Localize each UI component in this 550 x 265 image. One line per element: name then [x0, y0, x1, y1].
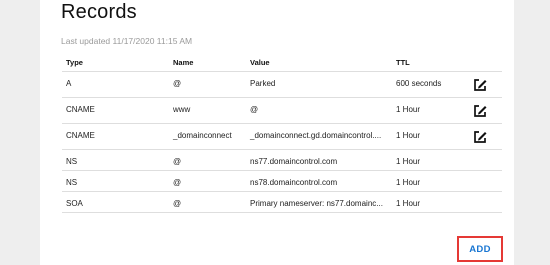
- record-ttl: 600 seconds: [392, 71, 470, 98]
- record-value: Parked: [246, 71, 392, 98]
- add-button[interactable]: ADD: [469, 244, 490, 255]
- record-type: NS: [62, 170, 169, 192]
- record-ttl: 1 Hour: [392, 97, 470, 124]
- edit-icon[interactable]: [472, 129, 488, 145]
- record-value: @: [246, 97, 392, 124]
- edit-icon[interactable]: [472, 77, 488, 93]
- record-name: _domainconnect: [169, 123, 246, 150]
- records-card: Records Last updated 11/17/2020 11:15 AM…: [40, 0, 514, 265]
- page-title: Records: [61, 1, 137, 23]
- record-ttl: 1 Hour: [392, 170, 470, 192]
- record-value: Primary nameserver: ns77.domainc...: [246, 191, 392, 213]
- table-row: CNAME www @ 1 Hour: [62, 97, 502, 124]
- record-ttl: 1 Hour: [392, 123, 470, 150]
- table-row: NS @ ns77.domaincontrol.com 1 Hour: [62, 149, 502, 171]
- column-header-name: Name: [169, 54, 246, 72]
- record-value: ns77.domaincontrol.com: [246, 149, 392, 171]
- record-name: www: [169, 97, 246, 124]
- records-table: Type Name Value TTL A @ Parked 600 secon…: [62, 54, 502, 213]
- table-row: SOA @ Primary nameserver: ns77.domainc..…: [62, 191, 502, 213]
- record-type: CNAME: [62, 123, 169, 150]
- record-type: NS: [62, 149, 169, 171]
- edit-icon[interactable]: [472, 103, 488, 119]
- table-row: CNAME _domainconnect _domainconnect.gd.d…: [62, 123, 502, 150]
- record-name: @: [169, 191, 246, 213]
- column-header-type: Type: [62, 54, 169, 72]
- record-value: ns78.domaincontrol.com: [246, 170, 392, 192]
- record-ttl: 1 Hour: [392, 149, 470, 171]
- record-value: _domainconnect.gd.domaincontrol....: [246, 123, 392, 150]
- table-header-row: Type Name Value TTL: [62, 54, 502, 72]
- record-name: @: [169, 170, 246, 192]
- add-button-highlight: ADD: [457, 236, 503, 262]
- record-name: @: [169, 71, 246, 98]
- table-row: A @ Parked 600 seconds: [62, 71, 502, 98]
- record-name: @: [169, 149, 246, 171]
- record-ttl: 1 Hour: [392, 191, 470, 213]
- table-row: NS @ ns78.domaincontrol.com 1 Hour: [62, 170, 502, 192]
- record-type: SOA: [62, 191, 169, 213]
- column-header-value: Value: [246, 54, 392, 72]
- last-updated-text: Last updated 11/17/2020 11:15 AM: [61, 36, 193, 46]
- record-type: A: [62, 71, 169, 98]
- column-header-actions: [470, 54, 502, 72]
- column-header-ttl: TTL: [392, 54, 470, 72]
- record-type: CNAME: [62, 97, 169, 124]
